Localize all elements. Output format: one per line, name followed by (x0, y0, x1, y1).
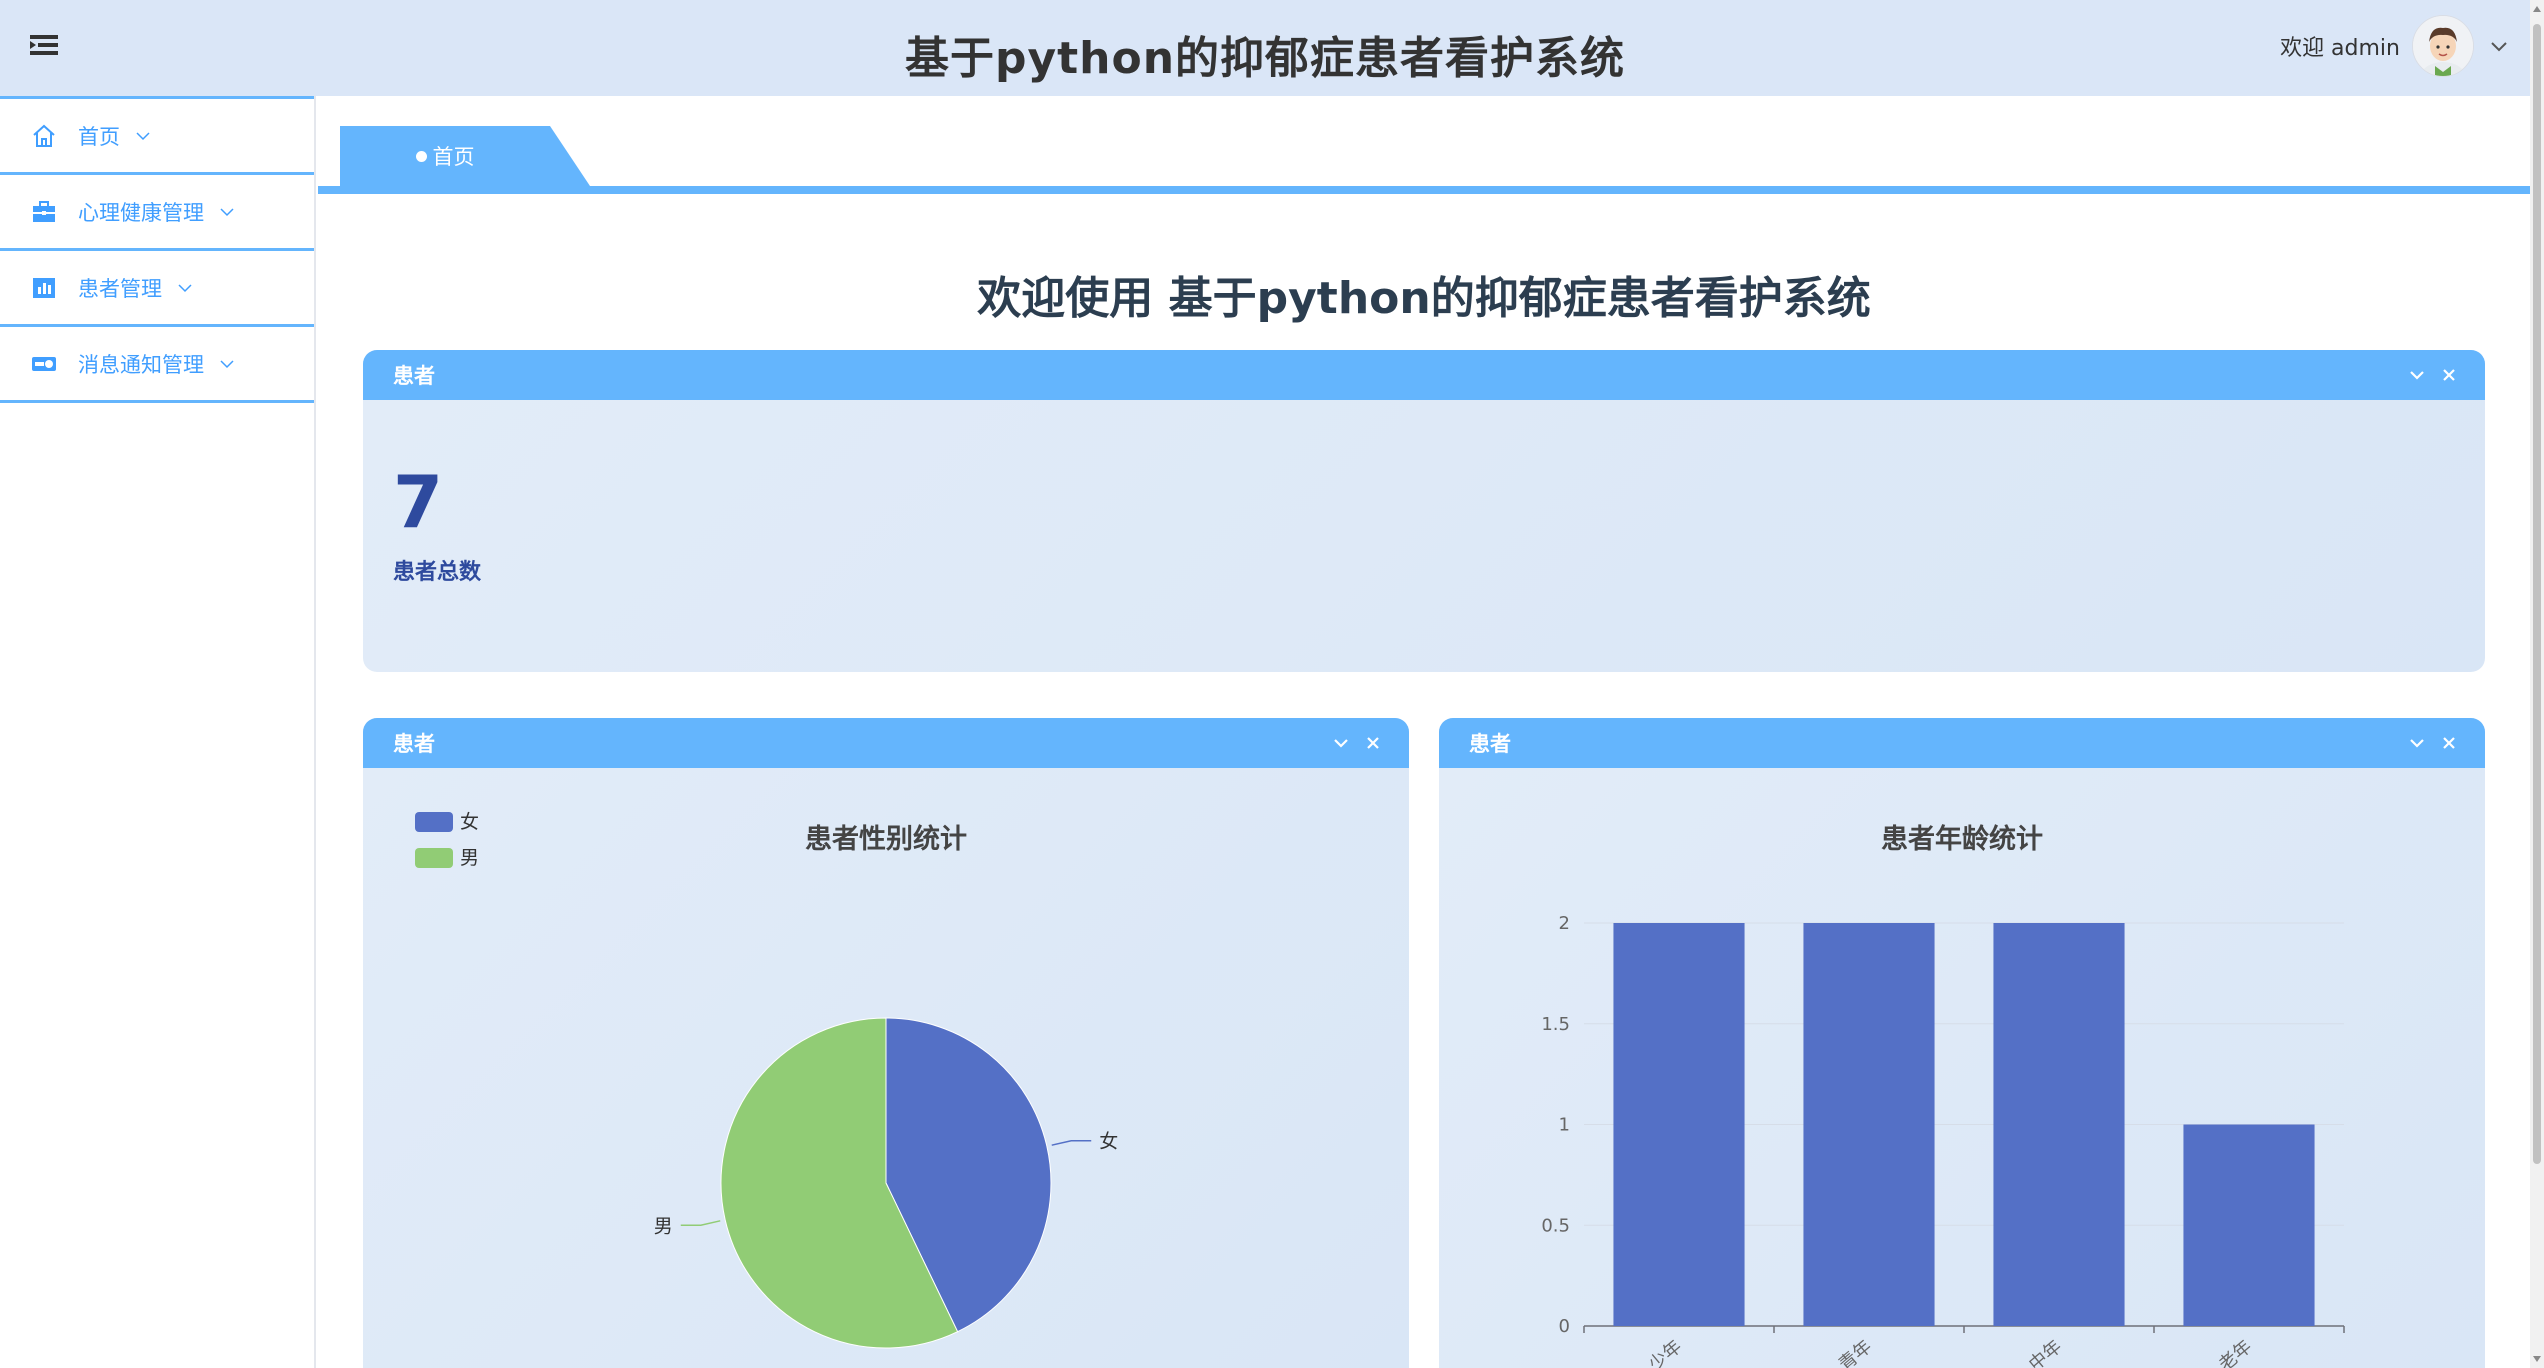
tab-dot (415, 150, 427, 162)
gender-pie-chart: 患者性别统计女男女男 (415, 811, 1118, 1349)
collapse-icon[interactable] (2407, 733, 2427, 753)
x-tick-label: 老年 (2215, 1336, 2256, 1368)
age-chart-card: 患者 患者年龄统计 0 0.5 1 1.5 2 少年 青年 中年 老年 (1439, 718, 2485, 1368)
close-icon[interactable] (2439, 365, 2459, 385)
card-tools (2395, 733, 2459, 753)
gender-chart-card: 患者 患者性别统计女男女男 (363, 718, 1409, 1368)
close-icon[interactable] (2439, 733, 2459, 753)
pie-label-line (680, 1220, 721, 1227)
card-header: 患者 (363, 718, 1409, 768)
sidebar-item-home[interactable]: 首页 (0, 96, 314, 172)
legend-label: 男 (460, 847, 479, 869)
sidebar-item-label: 消息通知管理 (78, 352, 204, 377)
patient-count-value: 7 (393, 460, 444, 544)
patient-count-label: 患者总数 (393, 560, 482, 585)
age-bar-chart: 患者年龄统计 0 0.5 1 1.5 2 少年 青年 中年 老年 (1541, 823, 2345, 1368)
scroll-down-icon[interactable] (2532, 1354, 2542, 1364)
sidebar-divider (0, 400, 314, 403)
sidebar-item-patients[interactable]: 患者管理 (0, 248, 314, 324)
x-tick-label: 少年 (1645, 1336, 1686, 1368)
card-title: 患者 (393, 364, 435, 388)
app-title: 基于python的抑郁症患者看护系统 (904, 33, 1626, 84)
welcome-heading: 欢迎使用 基于python的抑郁症患者看护系统 (977, 273, 1871, 324)
sidebar-item-mental-health[interactable]: 心理健康管理 (0, 172, 314, 248)
chevron-down-icon (220, 207, 234, 216)
chart-title: 患者年龄统计 (1881, 823, 2043, 855)
patient-count-card: 患者 7 患者总数 (363, 350, 2485, 672)
legend-label: 女 (460, 811, 479, 833)
y-tick-label: 1 (1559, 1115, 1570, 1136)
pie-label-line (1051, 1139, 1092, 1146)
welcome-text: 欢迎 admin (2280, 36, 2400, 61)
bar (1613, 923, 1745, 1326)
sidebar-item-label: 心理健康管理 (78, 200, 204, 225)
legend-swatch (415, 848, 453, 868)
card-title: 患者 (393, 732, 435, 756)
tabs-underline (318, 186, 2530, 194)
card-tools (2395, 365, 2459, 385)
x-tick-label: 青年 (1835, 1336, 1876, 1368)
card-header: 患者 (363, 350, 2485, 400)
home-icon (30, 122, 58, 150)
page-scrollbar[interactable] (2530, 0, 2544, 1368)
pie-label: 女 (1099, 1131, 1118, 1153)
tab-label: 首页 (432, 145, 475, 169)
y-tick-label: 0.5 (1541, 1215, 1570, 1236)
bar-chart-icon (30, 274, 58, 302)
briefcase-icon (30, 198, 58, 226)
y-tick-label: 0 (1559, 1316, 1570, 1337)
user-menu[interactable]: 欢迎 admin (2280, 15, 2510, 77)
y-tick-label: 1.5 (1541, 1014, 1570, 1035)
bar (1993, 923, 2125, 1326)
sidebar: 首页 心理健康管理 患者管理 消息通知管理 (0, 96, 316, 1368)
chart-title: 患者性别统计 (805, 823, 967, 855)
collapse-icon[interactable] (2407, 365, 2427, 385)
card-tools (1319, 733, 1383, 753)
card-header: 患者 (1439, 718, 2485, 768)
sidebar-item-notifications[interactable]: 消息通知管理 (0, 324, 314, 400)
close-icon[interactable] (1363, 733, 1383, 753)
collapse-icon[interactable] (1331, 733, 1351, 753)
x-tick-label: 中年 (2025, 1336, 2066, 1368)
toggle-icon (30, 350, 58, 378)
scroll-up-icon[interactable] (2532, 4, 2542, 14)
tabs-bar: 首页 (318, 96, 2530, 188)
bar (1803, 923, 1935, 1326)
scrollbar-thumb[interactable] (2533, 24, 2541, 1164)
chevron-down-icon (220, 359, 234, 368)
chevron-down-icon (136, 131, 150, 140)
y-tick-label: 2 (1559, 913, 1570, 934)
card-title: 患者 (1469, 732, 1511, 756)
chevron-down-icon[interactable] (2488, 35, 2510, 57)
bar (2183, 1124, 2315, 1326)
legend-swatch (415, 812, 453, 832)
top-header: 基于python的抑郁症患者看护系统 欢迎 admin (0, 0, 2530, 96)
pie-label: 男 (654, 1215, 673, 1237)
chevron-down-icon (178, 283, 192, 292)
tab-home[interactable]: 首页 (340, 126, 590, 186)
sidebar-item-label: 患者管理 (78, 276, 162, 301)
avatar[interactable] (2412, 15, 2474, 77)
sidebar-item-label: 首页 (78, 124, 120, 149)
